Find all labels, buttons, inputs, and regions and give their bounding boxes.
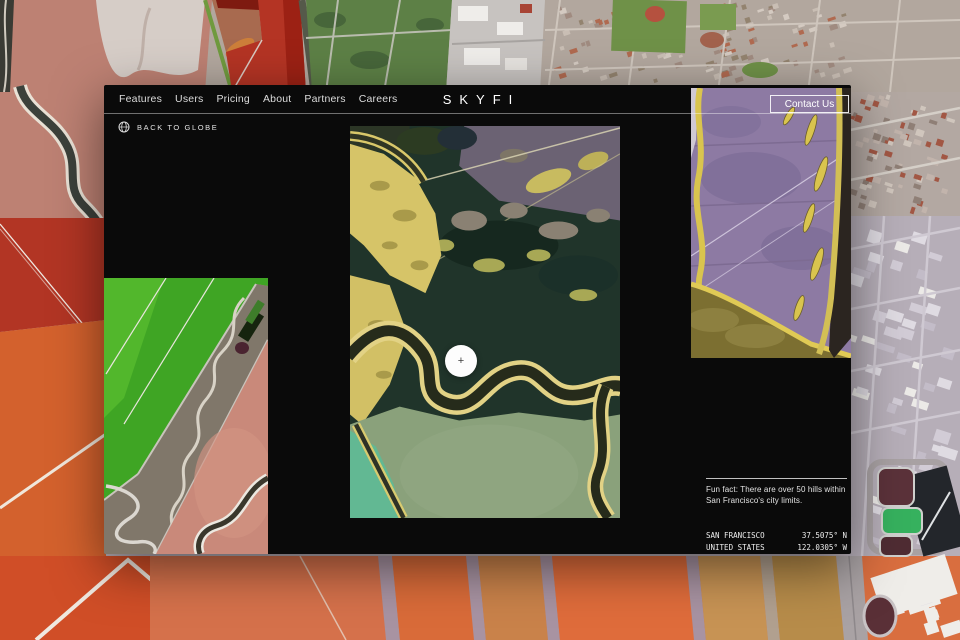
map-tile-wetlands[interactable] (350, 126, 620, 518)
skyfi-app-window: Features Users Pricing About Partners Ca… (104, 85, 851, 554)
location-row: SAN FRANCISCO 37.5075° N (706, 530, 847, 542)
nav-divider (104, 113, 851, 114)
top-nav: Features Users Pricing About Partners Ca… (104, 85, 851, 113)
longitude-value: 122.0305° W (797, 542, 847, 554)
fun-fact-text: Fun fact: There are over 50 hills within… (706, 485, 847, 506)
nav-item-users[interactable]: Users (175, 93, 203, 105)
globe-icon (118, 121, 130, 133)
nav-item-pricing[interactable]: Pricing (216, 93, 250, 105)
location-row: UNITED STATES 122.0305° W (706, 542, 847, 554)
map-tile-green-fields[interactable] (104, 278, 268, 554)
nav-item-careers[interactable]: Careers (359, 93, 398, 105)
footer-divider (706, 478, 847, 479)
nav-item-features[interactable]: Features (119, 93, 162, 105)
nav-item-about[interactable]: About (263, 93, 291, 105)
map-cursor-crosshair: + (445, 345, 477, 377)
crosshair-icon: + (458, 356, 464, 367)
location-info-panel: Fun fact: There are over 50 hills within… (706, 478, 847, 554)
country-name: UNITED STATES (706, 542, 765, 554)
back-to-globe-link[interactable]: BACK TO GLOBE (118, 121, 218, 133)
place-name: SAN FRANCISCO (706, 530, 765, 542)
nav-item-partners[interactable]: Partners (304, 93, 345, 105)
back-to-globe-label: BACK TO GLOBE (137, 123, 218, 132)
map-tile-purple-pond[interactable] (691, 88, 851, 358)
latitude-value: 37.5075° N (802, 530, 847, 542)
